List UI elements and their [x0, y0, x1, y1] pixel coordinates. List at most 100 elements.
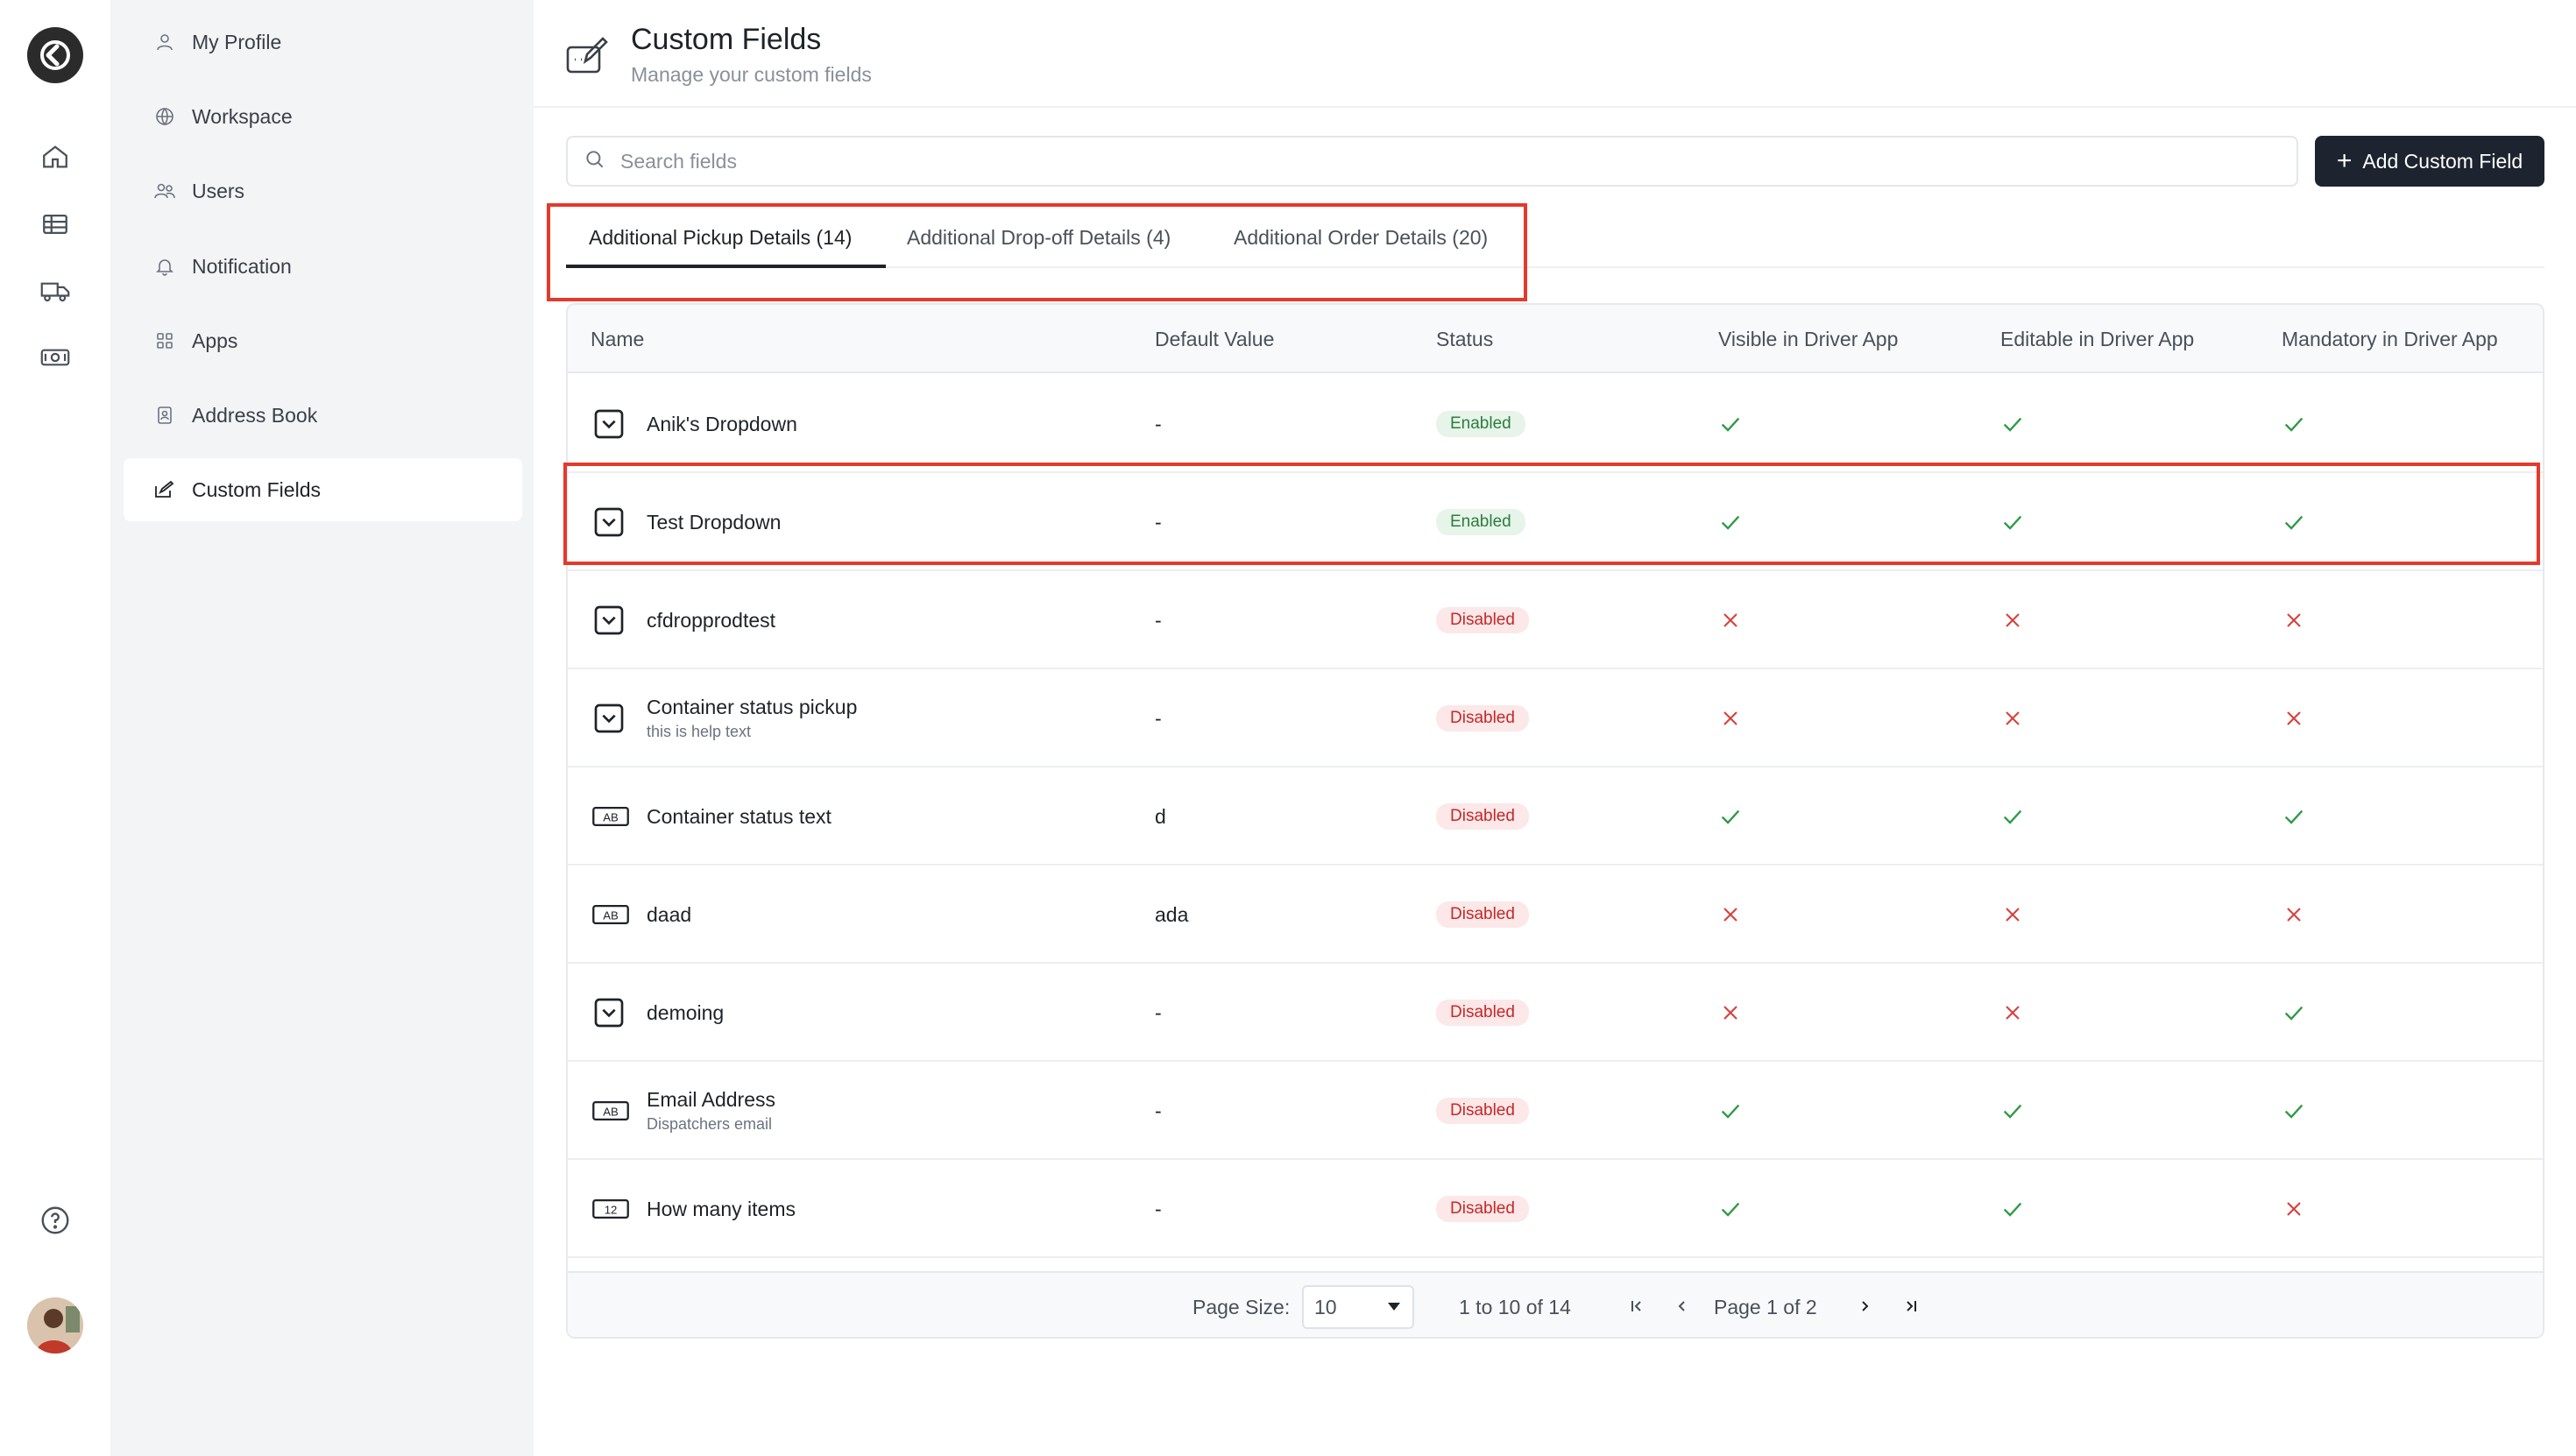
table-row[interactable]: AB daad ada Disabled: [568, 866, 2543, 964]
sidebar-item-label: Workspace: [192, 104, 293, 128]
check-icon: [1718, 375, 1743, 473]
text-field-icon: AB: [591, 799, 629, 834]
sidebar-item-users[interactable]: Users: [124, 159, 522, 223]
status-badge: Disabled: [1436, 607, 1529, 633]
first-page-icon[interactable]: [1621, 1290, 1652, 1322]
check-icon: [2000, 767, 2025, 866]
table-row[interactable]: AB Email Address Dispatchers email - Disable…: [568, 1062, 2543, 1160]
column-header-status[interactable]: Status: [1436, 328, 1493, 351]
sidebar-item-label: Users: [192, 179, 245, 202]
table-row[interactable]: demoing - Disabled: [568, 964, 2543, 1062]
status-cell: Disabled: [1436, 1160, 1529, 1258]
status-badge: Disabled: [1436, 1000, 1529, 1026]
cash-icon[interactable]: [36, 338, 74, 377]
field-name-cell: Container status pickup this is help text: [647, 669, 857, 767]
check-icon: [2282, 964, 2306, 1062]
avatar[interactable]: [27, 1297, 83, 1354]
field-name[interactable]: How many items: [647, 1198, 796, 1221]
column-header-visible[interactable]: Visible in Driver App: [1718, 328, 1898, 351]
field-name-cell: cfdropprodtest: [647, 571, 775, 669]
page-size-label: Page Size:: [1192, 1296, 1291, 1318]
field-name-cell: Container status text: [647, 767, 832, 866]
cross-icon: [1718, 866, 1743, 964]
sidebar-item-label: Custom Fields: [192, 477, 321, 501]
previous-page-icon[interactable]: [1667, 1290, 1698, 1322]
help-icon[interactable]: [36, 1201, 74, 1240]
default-value: -: [1155, 1099, 1162, 1122]
default-value: ada: [1155, 902, 1189, 926]
status-cell: Disabled: [1436, 866, 1529, 964]
check-icon: [2000, 1062, 2025, 1160]
field-help-text: this is help text: [647, 723, 752, 740]
check-icon: [1718, 767, 1743, 866]
status-cell: Disabled: [1436, 571, 1529, 669]
last-page-icon[interactable]: [1895, 1290, 1927, 1322]
home-icon[interactable]: [36, 138, 74, 176]
cross-icon: [2282, 571, 2306, 669]
field-name[interactable]: daad: [647, 903, 691, 927]
column-header-default-value[interactable]: Default Value: [1155, 328, 1274, 351]
page-range: 1 to 10 of 14: [1459, 1296, 1571, 1318]
field-help-text: Dispatchers email: [647, 1115, 773, 1133]
field-name-cell: daad: [647, 866, 691, 964]
svg-text:AB: AB: [603, 811, 619, 824]
cross-icon: [1718, 964, 1743, 1062]
search-box[interactable]: [566, 136, 2298, 187]
check-icon: [2282, 767, 2306, 866]
table-row[interactable]: Anik's Dropdown - Enabled: [568, 375, 2543, 473]
status-cell: Disabled: [1436, 767, 1529, 866]
svg-text:12: 12: [605, 1204, 618, 1217]
cross-icon: [2000, 866, 2025, 964]
table-row[interactable]: cfdropprodtest - Disabled: [568, 571, 2543, 669]
main-content: Custom Fields Manage your custom fields …: [534, 0, 2576, 1456]
icon-rail: [0, 0, 110, 1456]
svg-text:AB: AB: [603, 909, 619, 922]
field-name[interactable]: Container status pickup: [647, 696, 857, 719]
bell-icon: [152, 253, 178, 279]
status-cell: Disabled: [1436, 669, 1529, 767]
settings-sidebar: My Profile Workspace Users Notification …: [110, 0, 534, 1456]
field-name[interactable]: cfdropprodtest: [647, 609, 775, 633]
table-row[interactable]: Container status pickup this is help text…: [568, 669, 2543, 767]
column-header-name[interactable]: Name: [591, 328, 644, 351]
truck-icon[interactable]: [36, 272, 74, 310]
sidebar-item-label: Apps: [192, 329, 238, 352]
table-row[interactable]: 12 How many items - Disabled: [568, 1160, 2543, 1258]
caret-down-icon: [1388, 1303, 1400, 1311]
cross-icon: [1718, 571, 1743, 669]
field-name[interactable]: Email Address: [647, 1088, 775, 1112]
svg-text:AB: AB: [603, 1106, 619, 1119]
table-icon[interactable]: [36, 205, 74, 244]
page-size-value: 10: [1314, 1295, 1337, 1318]
page-indicator: Page 1 of 2: [1714, 1296, 1817, 1318]
sidebar-item-workspace[interactable]: Workspace: [124, 85, 522, 148]
field-name[interactable]: demoing: [647, 1001, 724, 1025]
search-icon: [584, 148, 606, 175]
field-name[interactable]: Container status text: [647, 805, 832, 829]
sidebar-item-apps[interactable]: Apps: [124, 309, 522, 372]
cross-icon: [2282, 866, 2306, 964]
logo-icon[interactable]: [27, 27, 83, 83]
column-header-editable[interactable]: Editable in Driver App: [2000, 328, 2194, 351]
status-badge: Enabled: [1436, 411, 1525, 437]
sidebar-item-address-book[interactable]: Address Book: [124, 384, 522, 447]
column-header-mandatory[interactable]: Mandatory in Driver App: [2282, 328, 2498, 351]
table-row[interactable]: AB Container status text d Disabled: [568, 767, 2543, 866]
edit-icon: [152, 477, 178, 503]
cross-icon: [2000, 964, 2025, 1062]
field-name-cell: Email Address Dispatchers email: [647, 1062, 775, 1160]
text-field-icon: AB: [591, 897, 629, 932]
field-name[interactable]: Anik's Dropdown: [647, 413, 797, 436]
page-size-select[interactable]: 10: [1302, 1285, 1414, 1329]
sidebar-item-my-profile[interactable]: My Profile: [124, 11, 522, 74]
plus-icon: +: [2336, 146, 2353, 175]
search-input[interactable]: [620, 149, 2197, 173]
sidebar-item-custom-fields[interactable]: Custom Fields: [124, 458, 522, 521]
add-custom-field-button[interactable]: + Add Custom Field: [2315, 136, 2544, 187]
sidebar-item-notification[interactable]: Notification: [124, 235, 522, 298]
dropdown-field-icon: [591, 995, 627, 1030]
field-name-cell: Anik's Dropdown: [647, 375, 797, 473]
default-value: -: [1155, 608, 1162, 632]
number-field-icon: 12: [591, 1191, 629, 1226]
next-page-icon[interactable]: [1849, 1290, 1880, 1322]
